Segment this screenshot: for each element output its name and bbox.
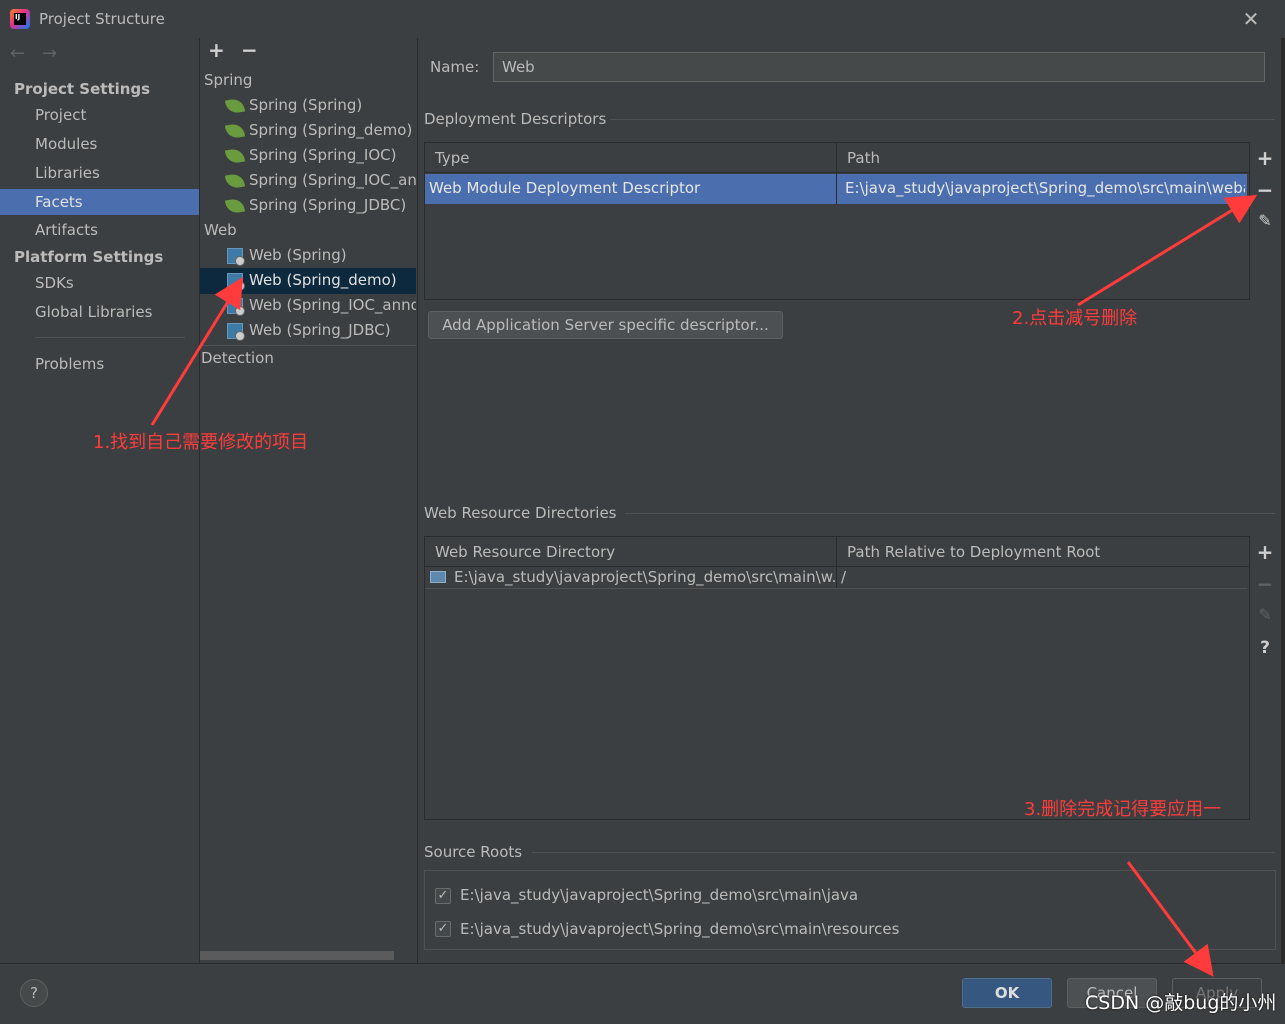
- arrow-to-web-spring-demo: [150, 276, 244, 426]
- annotation-step-1: 1.找到自己需要修改的项目: [93, 432, 309, 453]
- annotation-step-3: 3.删除完成记得要应用一: [1024, 799, 1222, 820]
- arrow-to-minus-button: [1077, 194, 1258, 307]
- arrow-to-apply-button: [1126, 861, 1214, 977]
- annotation-arrows: [150, 194, 1258, 977]
- annotation-step-2: 2.点击减号删除: [1012, 308, 1138, 329]
- csdn-watermark: CSDN @敲bug的小州: [1085, 992, 1277, 1014]
